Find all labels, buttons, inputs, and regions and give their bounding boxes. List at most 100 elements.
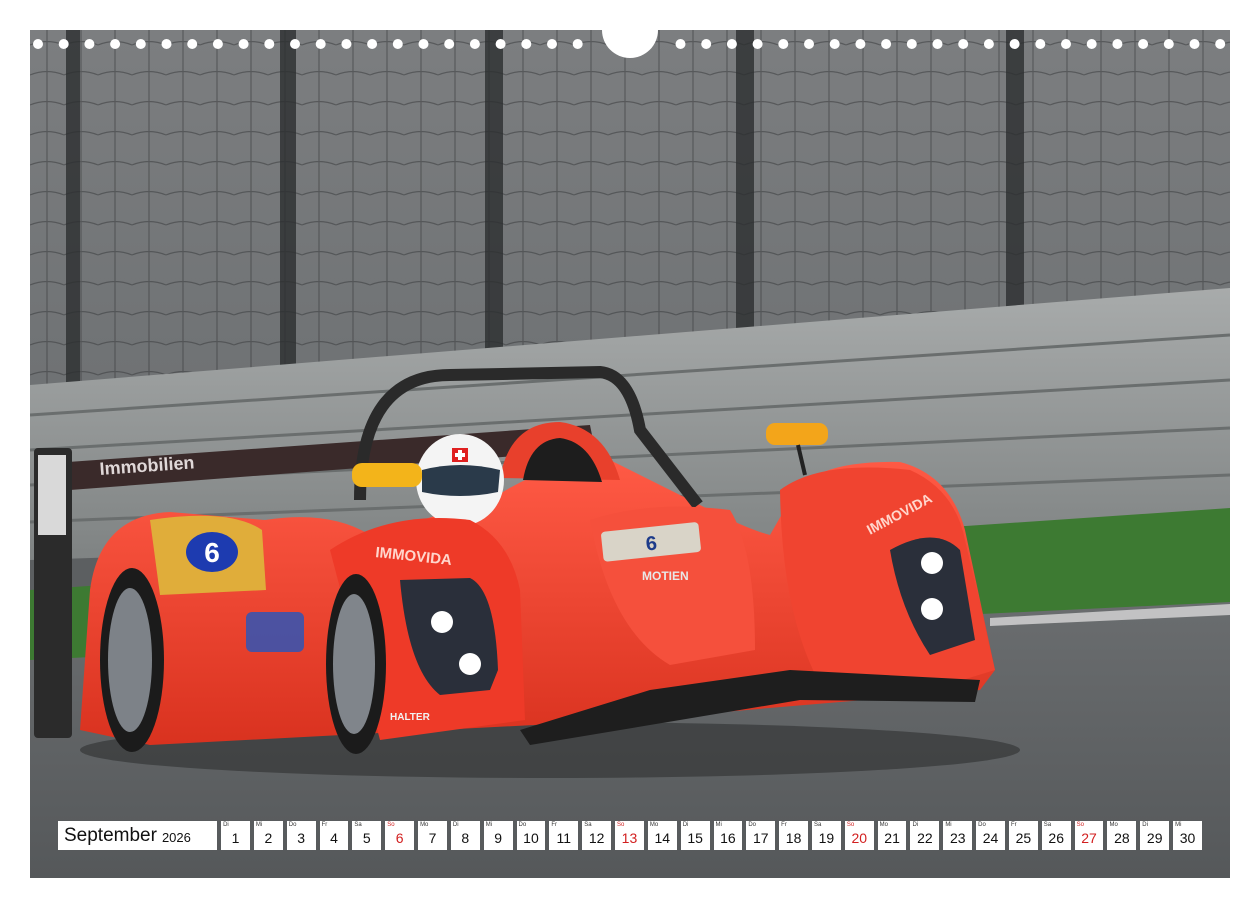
weekday-label: Mi — [945, 822, 952, 828]
day-number: 18 — [785, 830, 802, 846]
weekday-label: Mi — [255, 822, 263, 828]
day-cell: Mo 7 — [418, 821, 447, 850]
day-number: 2 — [264, 830, 273, 846]
day-cell: Do 10 — [516, 821, 546, 850]
day-cell: Mi 23 — [943, 821, 973, 850]
endplate-number-panel — [38, 455, 66, 535]
day-cell: Fr 11 — [549, 821, 579, 850]
day-number: 21 — [884, 830, 900, 846]
weekday-label: Sa — [814, 822, 822, 828]
day-number: 29 — [1146, 830, 1163, 846]
headlight-icon — [921, 552, 943, 574]
day-number: 4 — [330, 830, 338, 846]
weekday-label: Do — [748, 822, 757, 828]
day-cell: Sa 19 — [812, 821, 841, 850]
day-cell: Sa 5 — [352, 821, 382, 850]
day-number: 27 — [1081, 830, 1097, 846]
weekday-label: Mi — [1175, 822, 1182, 828]
day-cell: Di 8 — [450, 821, 480, 850]
day-number: 23 — [949, 830, 966, 846]
day-number: 17 — [752, 830, 769, 846]
day-number: 24 — [982, 830, 999, 846]
weekday-label: Mo — [649, 822, 659, 828]
weekday-label: Fr — [551, 822, 558, 828]
headlight-icon — [431, 611, 453, 633]
day-cell: Mo 14 — [647, 821, 677, 850]
day-cell: Mo 21 — [877, 821, 907, 850]
calendar-page: Immobilien IMMOVIDA HALTER IMMOVIDA 6 MO… — [30, 30, 1230, 878]
day-cell: Mi 30 — [1173, 821, 1202, 850]
day-number: 14 — [654, 830, 671, 846]
day-number: 16 — [720, 830, 736, 846]
day-cell: Do 3 — [286, 821, 316, 850]
weekday-label: Di — [1142, 822, 1148, 828]
weekday-label: Di — [682, 822, 689, 828]
day-cell: Mo 28 — [1107, 821, 1137, 850]
day-cell: Do 24 — [976, 821, 1005, 850]
helmet-visor — [422, 465, 500, 496]
day-number: 11 — [556, 830, 572, 846]
day-cell: Di 29 — [1140, 821, 1170, 850]
day-cell: Mi 16 — [713, 821, 743, 850]
weekday-label: Fr — [781, 822, 787, 828]
weekday-label: So — [617, 822, 625, 828]
weekday-label: Sa — [354, 822, 362, 828]
weekday-label: Mo — [420, 822, 429, 828]
day-cell: Di 1 — [221, 821, 250, 850]
weekday-label: Do — [978, 822, 986, 828]
weekday-label: Sa — [584, 822, 592, 828]
nose-number: 6 — [645, 533, 658, 556]
weekday-label: Do — [518, 822, 527, 828]
day-cell: Mi 2 — [253, 821, 283, 850]
weekday-label: Do — [288, 822, 297, 828]
rear-rim — [108, 588, 152, 732]
day-number: 10 — [523, 830, 539, 846]
day-cell: Fr 4 — [319, 821, 349, 850]
weekday-label: Mi — [485, 822, 493, 828]
year-label: 2026 — [161, 829, 191, 845]
day-cell: Di 15 — [680, 821, 710, 850]
day-number: 6 — [395, 830, 404, 846]
weekday-label: Di — [452, 822, 459, 828]
front-rim — [333, 594, 375, 734]
weekday-label: Fr — [1010, 822, 1017, 828]
day-cell: Mi 9 — [483, 821, 513, 850]
weekday-label: Mo — [1109, 822, 1118, 828]
weekday-label: So — [387, 822, 395, 828]
day-cell: Do 17 — [746, 821, 776, 850]
day-number: 20 — [851, 830, 868, 846]
day-number: 15 — [687, 830, 703, 846]
headlight-icon — [459, 653, 481, 675]
day-cell: So 6 — [385, 821, 415, 850]
day-number: 1 — [231, 830, 240, 846]
weekday-label: Sa — [1043, 822, 1052, 828]
day-cell: So 27 — [1074, 821, 1104, 850]
day-number: 5 — [362, 830, 371, 846]
day-cell: Di 22 — [910, 821, 940, 850]
day-number: 26 — [1048, 830, 1064, 846]
left-mirror — [352, 463, 422, 487]
headlight-icon — [921, 598, 943, 620]
weekday-label: Fr — [321, 822, 328, 828]
day-number: 30 — [1179, 830, 1196, 846]
day-number: 12 — [588, 830, 605, 846]
race-car-photo: Immobilien IMMOVIDA HALTER IMMOVIDA 6 MO… — [30, 30, 1230, 878]
day-number: 28 — [1114, 830, 1130, 846]
day-cell: Sa 26 — [1041, 821, 1071, 850]
month-name: September — [64, 824, 157, 846]
calendar-strip: September 2026 Di 1 Mi 2 Do 3 Fr 4 Sa 5 So 6 Mo 7 Di 8 M… — [58, 821, 1202, 850]
weekday-label: Di — [223, 822, 229, 828]
day-number: 13 — [621, 830, 638, 846]
day-number: 9 — [494, 830, 503, 846]
side-number: 6 — [204, 537, 220, 568]
sponsor-logo — [246, 612, 304, 652]
day-cell: Sa 12 — [582, 821, 612, 850]
day-cell: So 13 — [615, 821, 644, 850]
sponsor-text: HALTER — [390, 712, 431, 723]
day-cell: Fr 18 — [779, 821, 808, 850]
weekday-label: Mi — [715, 822, 722, 828]
day-number: 19 — [818, 830, 835, 846]
day-number: 7 — [428, 830, 437, 846]
day-number: 22 — [917, 830, 933, 846]
weekday-label: Di — [912, 822, 919, 828]
